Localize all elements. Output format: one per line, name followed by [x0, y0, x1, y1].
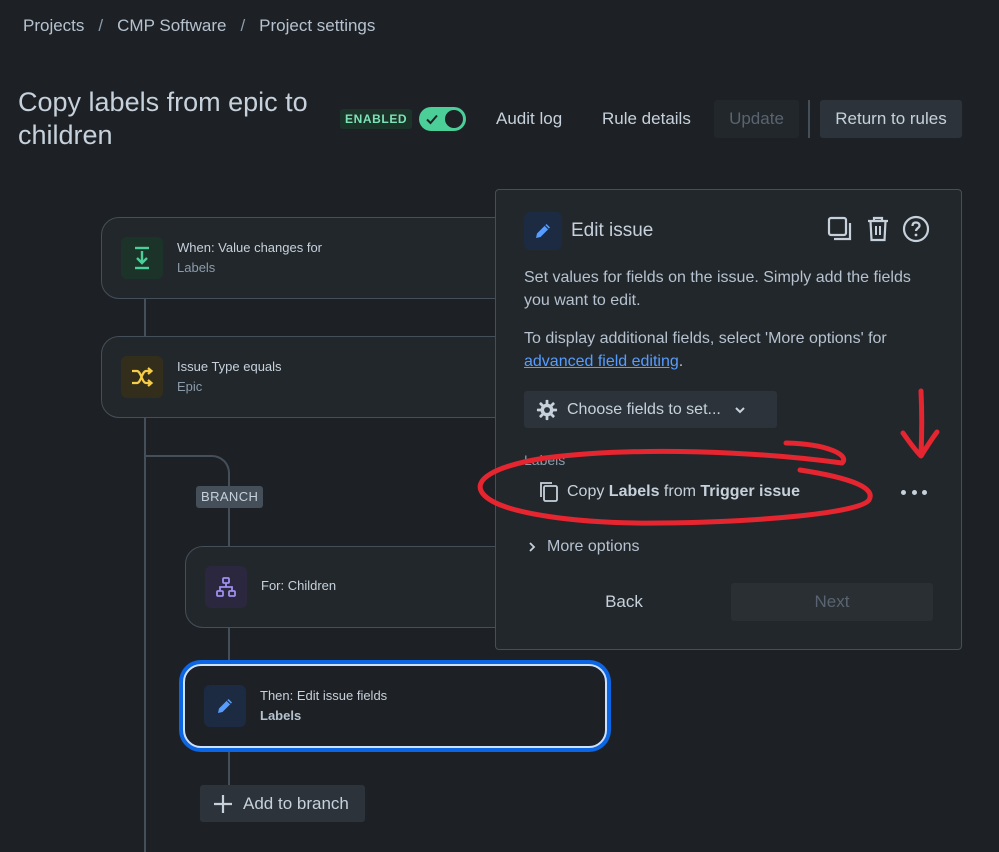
additional-info-text: To display additional fields, select 'Mo… — [524, 330, 887, 347]
condition-card[interactable]: Issue Type equals Epic — [101, 336, 521, 418]
dot — [901, 489, 906, 495]
dot — [911, 489, 917, 495]
trigger-title: When: Value changes for — [177, 240, 323, 255]
header-divider — [808, 100, 810, 138]
help-button[interactable] — [902, 214, 930, 244]
breadcrumb-separator: / — [98, 16, 104, 35]
breadcrumb-separator: / — [240, 16, 246, 35]
action-subtitle: Labels — [260, 708, 302, 723]
duplicate-button[interactable] — [826, 214, 854, 244]
chevron-right-icon — [529, 542, 536, 552]
trash-icon — [868, 216, 888, 242]
chevron-down-icon — [735, 406, 745, 413]
add-to-branch-button[interactable]: Add to branch — [200, 785, 365, 822]
page-title: Copy labels from epic to children — [18, 87, 308, 150]
check-icon — [426, 114, 438, 125]
additional-info-suffix: . — [678, 353, 684, 370]
edit-issue-panel: Edit issue Set values for fields on the … — [495, 189, 962, 650]
choose-fields-dropdown[interactable]: Choose fields to set... — [524, 391, 777, 428]
copy-source: Trigger issue — [700, 483, 800, 500]
trigger-card[interactable]: When: Value changes for Labels — [101, 217, 521, 299]
next-button[interactable]: Next — [731, 583, 933, 621]
duplicate-icon — [827, 216, 852, 241]
flow-connector — [144, 298, 146, 336]
copy-prefix: Copy — [567, 483, 609, 500]
branch-label: BRANCH — [196, 486, 264, 508]
action-card[interactable]: Then: Edit issue fields Labels — [183, 664, 607, 748]
enabled-toggle[interactable] — [419, 107, 466, 131]
status-badge: ENABLED — [340, 109, 413, 129]
condition-title: Issue Type equals — [177, 359, 282, 374]
shuffle-icon — [132, 367, 154, 387]
copy-middle: from — [659, 483, 701, 500]
action-title: Then: Edit issue fields — [260, 688, 388, 703]
more-options-label: More options — [547, 538, 640, 555]
gear-icon — [536, 399, 558, 420]
flow-connector — [228, 503, 230, 546]
toggle-knob — [445, 110, 463, 128]
choose-fields-label: Choose fields to set... — [567, 400, 721, 418]
audit-log-button[interactable]: Audit log — [482, 100, 576, 138]
breadcrumb-project-settings[interactable]: Project settings — [259, 16, 375, 36]
plus-icon — [214, 794, 232, 813]
dot — [922, 489, 927, 495]
rule-details-button[interactable]: Rule details — [588, 100, 705, 138]
back-button[interactable]: Back — [524, 583, 724, 620]
flow-connector — [228, 750, 230, 785]
panel-description: Set values for fields on the issue. Simp… — [524, 269, 911, 309]
branch-card[interactable]: For: Children — [185, 546, 521, 628]
labels-field-label: Labels — [524, 452, 566, 468]
breadcrumb-cmp-software[interactable]: CMP Software — [117, 16, 226, 36]
labels-field-value[interactable]: Copy Labels from Trigger issue — [538, 481, 800, 503]
update-button[interactable]: Update — [714, 100, 799, 138]
copy-icon — [540, 482, 558, 502]
copy-field-name: Labels — [608, 483, 660, 500]
pencil-icon — [536, 224, 550, 238]
trigger-subtitle: Labels — [177, 260, 216, 275]
panel-toolbar — [826, 214, 930, 244]
automation-rule-editor: Projects / CMP Software / Project settin… — [0, 0, 999, 852]
flow-connector — [228, 627, 230, 664]
panel-title: Edit issue — [571, 220, 654, 241]
panel-additional-info: To display additional fields, select 'Mo… — [524, 327, 944, 373]
breadcrumb: Projects / CMP Software / Project settin… — [23, 16, 375, 36]
breadcrumb-projects[interactable]: Projects — [23, 16, 84, 36]
add-to-branch-label: Add to branch — [243, 793, 349, 813]
more-options-toggle[interactable]: More options — [526, 538, 640, 556]
delete-button[interactable] — [864, 214, 892, 244]
return-to-rules-button[interactable]: Return to rules — [820, 100, 962, 138]
download-arrow-icon — [135, 246, 149, 270]
branch-title: For: Children — [261, 578, 337, 593]
help-icon — [902, 215, 930, 243]
hierarchy-icon — [216, 577, 236, 597]
field-more-actions-button[interactable] — [901, 482, 927, 502]
advanced-field-editing-link[interactable]: advanced field editing — [524, 353, 679, 370]
condition-subtitle: Epic — [177, 379, 203, 394]
pencil-icon — [218, 699, 232, 713]
